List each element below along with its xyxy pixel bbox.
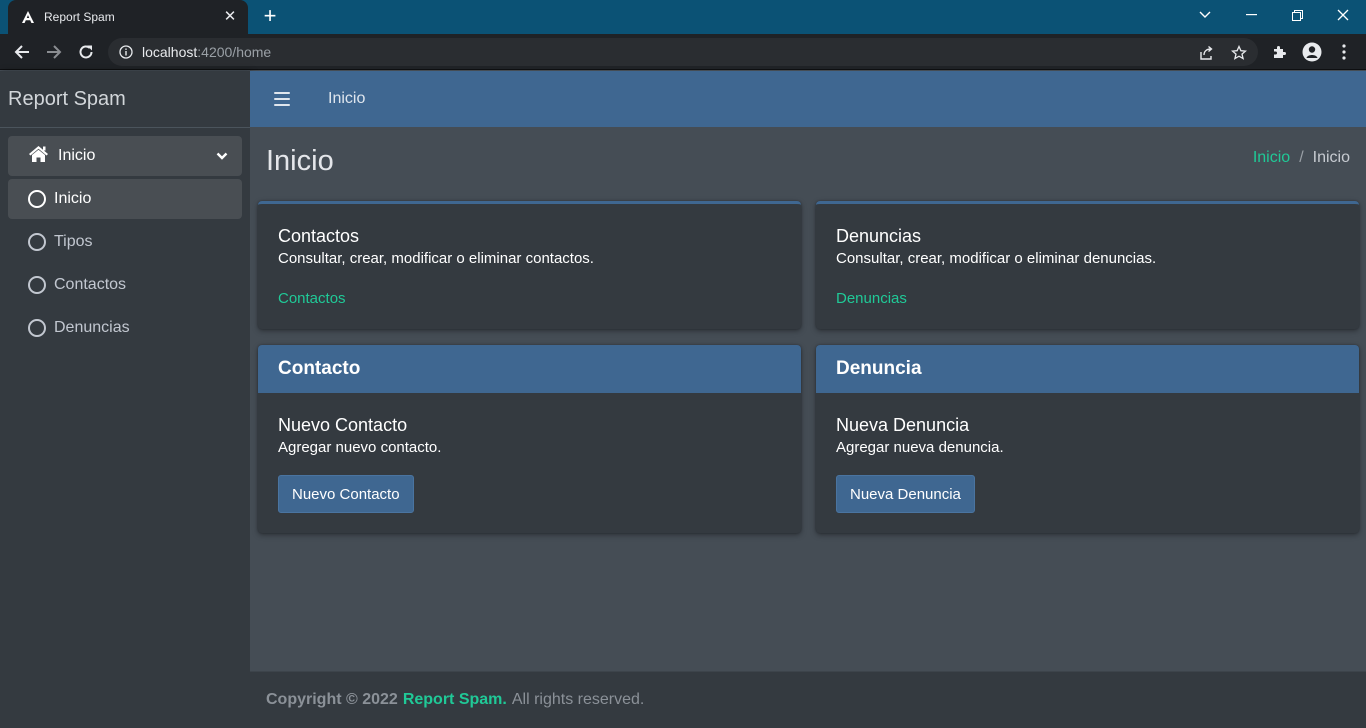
tab-close-icon[interactable]: ✕ bbox=[222, 9, 238, 25]
card-text: Agregar nueva denuncia. bbox=[836, 439, 1004, 456]
sidebar-item-label: Tipos bbox=[54, 233, 93, 250]
site-info-icon[interactable] bbox=[118, 44, 134, 60]
url-host: localhost bbox=[142, 44, 198, 60]
sidebar-item-inicio[interactable]: Inicio bbox=[8, 179, 242, 219]
card-denuncias: Denuncias Consultar, crear, modificar o … bbox=[816, 201, 1359, 329]
top-navbar: Inicio bbox=[250, 71, 1366, 127]
browser-tab[interactable]: Report Spam ✕ bbox=[8, 0, 248, 34]
sidebar-item-label: Denuncias bbox=[54, 319, 130, 336]
footer-copyright: Copyright © 2022 bbox=[266, 691, 398, 708]
chevron-down-icon bbox=[216, 147, 228, 165]
card-text: Consultar, crear, modificar o eliminar c… bbox=[278, 250, 594, 267]
sidebar-menu-inicio[interactable]: Inicio bbox=[8, 136, 242, 176]
card-text: Agregar nuevo contacto. bbox=[278, 439, 442, 456]
browser-address-bar: localhost:4200/home bbox=[0, 34, 1366, 70]
extensions-puzzle-icon[interactable] bbox=[1270, 42, 1290, 62]
breadcrumb-link-inicio[interactable]: Inicio bbox=[1253, 149, 1290, 167]
sidebar-item-contactos[interactable]: Contactos bbox=[8, 265, 242, 305]
profile-avatar-icon[interactable] bbox=[1302, 42, 1322, 62]
card-title: Nuevo Contacto bbox=[278, 415, 408, 435]
hamburger-menu-icon[interactable] bbox=[274, 92, 290, 106]
card-header: Denuncia bbox=[816, 345, 1359, 393]
circle-icon bbox=[28, 276, 46, 294]
card-header-title: Contacto bbox=[278, 358, 361, 379]
browser-menu-icon[interactable] bbox=[1334, 42, 1354, 62]
back-arrow-icon[interactable] bbox=[10, 40, 34, 64]
page-title: Inicio bbox=[266, 145, 334, 177]
tab-search-icon[interactable] bbox=[1182, 0, 1228, 30]
breadcrumb-separator: / bbox=[1299, 149, 1304, 166]
breadcrumb-current: Inicio bbox=[1312, 149, 1350, 166]
nuevo-contacto-button[interactable]: Nuevo Contacto bbox=[278, 475, 414, 513]
footer: Copyright © 2022 Report Spam. All rights… bbox=[250, 671, 1366, 728]
angular-favicon-icon bbox=[20, 9, 36, 25]
main-content: Inicio Inicio / Inicio Contactos Consult… bbox=[250, 127, 1366, 671]
minimize-icon[interactable] bbox=[1228, 0, 1274, 30]
contactos-link[interactable]: Contactos bbox=[278, 290, 346, 307]
card-title: Contactos bbox=[278, 226, 360, 246]
card-denuncia: Denuncia Nueva Denuncia Agregar nueva de… bbox=[816, 345, 1359, 533]
card-header: Contacto bbox=[258, 345, 801, 393]
restore-icon[interactable] bbox=[1274, 0, 1320, 30]
new-tab-icon[interactable]: + bbox=[258, 5, 282, 29]
forward-arrow-icon[interactable] bbox=[42, 40, 66, 64]
circle-icon bbox=[28, 233, 46, 251]
footer-brand-link[interactable]: Report Spam. bbox=[403, 691, 507, 709]
card-title: Denuncias bbox=[836, 226, 922, 246]
share-icon[interactable] bbox=[1198, 44, 1216, 62]
close-window-icon[interactable] bbox=[1320, 0, 1366, 30]
browser-tab-bar: Report Spam ✕ + bbox=[0, 0, 1366, 34]
sidebar: Report Spam Inicio Inicio Tipos Contacto… bbox=[0, 71, 250, 728]
brand-link[interactable]: Report Spam bbox=[0, 71, 250, 128]
card-title: Nueva Denuncia bbox=[836, 415, 970, 435]
denuncias-link[interactable]: Denuncias bbox=[836, 290, 907, 307]
bookmark-star-icon[interactable] bbox=[1230, 44, 1248, 62]
sidebar-menu-label: Inicio bbox=[58, 147, 96, 164]
card-header-title: Denuncia bbox=[836, 358, 922, 379]
brand-text: Report Spam bbox=[8, 87, 126, 110]
sidebar-item-label: Inicio bbox=[54, 190, 92, 207]
nueva-denuncia-button[interactable]: Nueva Denuncia bbox=[836, 475, 975, 513]
sidebar-item-denuncias[interactable]: Denuncias bbox=[8, 308, 242, 348]
navbar-link-inicio[interactable]: Inicio bbox=[328, 90, 365, 108]
sidebar-item-label: Contactos bbox=[54, 276, 127, 293]
url-text: localhost:4200/home bbox=[142, 44, 271, 60]
url-bar[interactable]: localhost:4200/home bbox=[108, 38, 1258, 66]
url-path: :4200/home bbox=[197, 44, 272, 60]
card-text: Consultar, crear, modificar o eliminar d… bbox=[836, 250, 1157, 267]
card-contactos: Contactos Consultar, crear, modificar o … bbox=[258, 201, 801, 329]
card-contacto: Contacto Nuevo Contacto Agregar nuevo co… bbox=[258, 345, 801, 533]
breadcrumb: Inicio / Inicio bbox=[1253, 149, 1350, 167]
home-icon bbox=[28, 145, 49, 168]
circle-icon bbox=[28, 190, 46, 208]
sidebar-item-tipos[interactable]: Tipos bbox=[8, 222, 242, 262]
footer-rights: All rights reserved. bbox=[511, 691, 645, 708]
circle-icon bbox=[28, 319, 46, 337]
tab-title: Report Spam bbox=[44, 10, 115, 24]
reload-icon[interactable] bbox=[74, 40, 98, 64]
sidebar-nav: Inicio Inicio Tipos Contactos Denuncias bbox=[0, 128, 250, 359]
